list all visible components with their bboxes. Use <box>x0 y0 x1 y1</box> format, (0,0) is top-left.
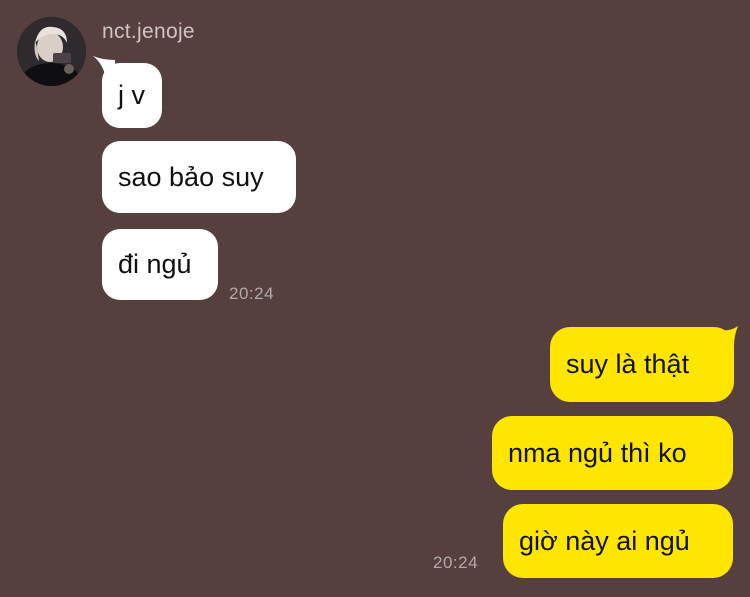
outgoing-message-3[interactable]: giờ này ai ngủ <box>503 504 733 578</box>
message-text: nma ngủ thì ko <box>508 437 687 468</box>
incoming-message-1[interactable]: j v <box>102 63 162 128</box>
incoming-message-2[interactable]: sao bảo suy <box>102 141 296 213</box>
contact-avatar[interactable] <box>17 17 86 86</box>
message-text: giờ này ai ngủ <box>519 525 690 556</box>
avatar-photo-icon <box>17 17 86 86</box>
incoming-timestamp: 20:24 <box>229 284 275 303</box>
outgoing-timestamp: 20:24 <box>433 553 479 572</box>
message-text: suy là thật <box>566 349 690 379</box>
outgoing-message-2[interactable]: nma ngủ thì ko <box>492 416 733 490</box>
message-text: đi ngủ <box>118 249 192 279</box>
contact-name: nct.jenoje <box>102 20 195 43</box>
outgoing-message-1[interactable]: suy là thật <box>550 327 734 402</box>
message-text: sao bảo suy <box>118 161 264 192</box>
message-text: j v <box>118 80 145 110</box>
incoming-message-3[interactable]: đi ngủ <box>102 229 218 300</box>
